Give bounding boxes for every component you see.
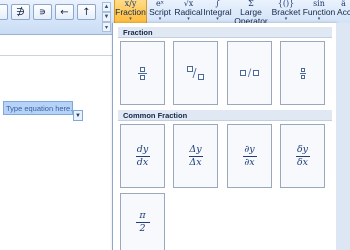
- chevron-down-icon: ▼: [75, 113, 81, 119]
- symbol-button-not-contains[interactable]: ∌: [11, 4, 30, 20]
- page-margin-line: [0, 55, 112, 56]
- symbol-button-partial[interactable]: [0, 4, 8, 20]
- integral-icon: ∫: [215, 0, 220, 8]
- section-header-common-fraction: Common Fraction: [118, 110, 332, 121]
- script-icon: eˣ: [155, 0, 165, 8]
- symbol-button-left-arrow[interactable]: ←: [55, 4, 74, 20]
- chevron-down-icon: ▾: [216, 16, 219, 22]
- linear-fraction-tile[interactable]: /: [227, 41, 272, 105]
- chevron-down-icon[interactable]: ▼: [102, 12, 111, 22]
- fraction-tile-small-delta-y-small-delta-x[interactable]: δy δx: [280, 124, 325, 188]
- section-header-fraction: Fraction: [118, 27, 332, 38]
- chevron-up-icon[interactable]: ▲: [102, 2, 111, 12]
- linear-fraction-icon: /: [239, 68, 260, 79]
- bracket-icon: {()}: [277, 0, 295, 8]
- equation-placeholder[interactable]: Type equation here.: [3, 101, 73, 115]
- sigma-icon: Σ: [248, 0, 254, 8]
- radical-icon: √x: [183, 0, 194, 8]
- ribbon-background-strip: [336, 23, 350, 250]
- symbol-button-up-arrow[interactable]: ↑: [77, 4, 96, 20]
- fraction-tile-dy-dx[interactable]: dy dx: [120, 124, 165, 188]
- equation-options-button[interactable]: ▼: [73, 110, 83, 121]
- chevron-down-icon: ▾: [129, 16, 132, 22]
- fraction-tile-delta-y-delta-x[interactable]: Δy Δx: [173, 124, 218, 188]
- more-icon[interactable]: ▾: [102, 22, 111, 32]
- fraction-gallery: Fraction / / Common Fraction dy dx Δy Δx ∂…: [112, 23, 336, 250]
- chevron-down-icon: ▾: [284, 16, 288, 22]
- function-icon: sin: [313, 0, 325, 8]
- chevron-down-icon: ▾: [187, 16, 190, 22]
- stacked-fraction-icon: [138, 66, 147, 80]
- chevron-down-icon: ▾: [317, 16, 321, 22]
- stacked-fraction-tile[interactable]: [120, 41, 165, 105]
- fraction-icon: x/y: [124, 0, 137, 8]
- document-area[interactable]: Type equation here. ▼: [0, 35, 112, 250]
- fraction-tile-partial-y-partial-x[interactable]: ∂y ∂x: [227, 124, 272, 188]
- skewed-fraction-icon: /: [185, 65, 207, 81]
- accent-icon: ä: [341, 0, 346, 8]
- symbols-gallery-scroll[interactable]: ▲ ▼ ▾: [102, 2, 111, 32]
- chevron-down-icon: ▾: [158, 16, 162, 22]
- symbols-gallery: ∌ ∍ ← ↑: [0, 4, 99, 20]
- small-fraction-tile[interactable]: [280, 41, 325, 105]
- fraction-tile-pi-over-2[interactable]: π2: [120, 193, 165, 250]
- small-fraction-icon: [299, 67, 306, 79]
- skewed-fraction-tile[interactable]: /: [173, 41, 218, 105]
- symbol-button-contains[interactable]: ∍: [33, 4, 52, 20]
